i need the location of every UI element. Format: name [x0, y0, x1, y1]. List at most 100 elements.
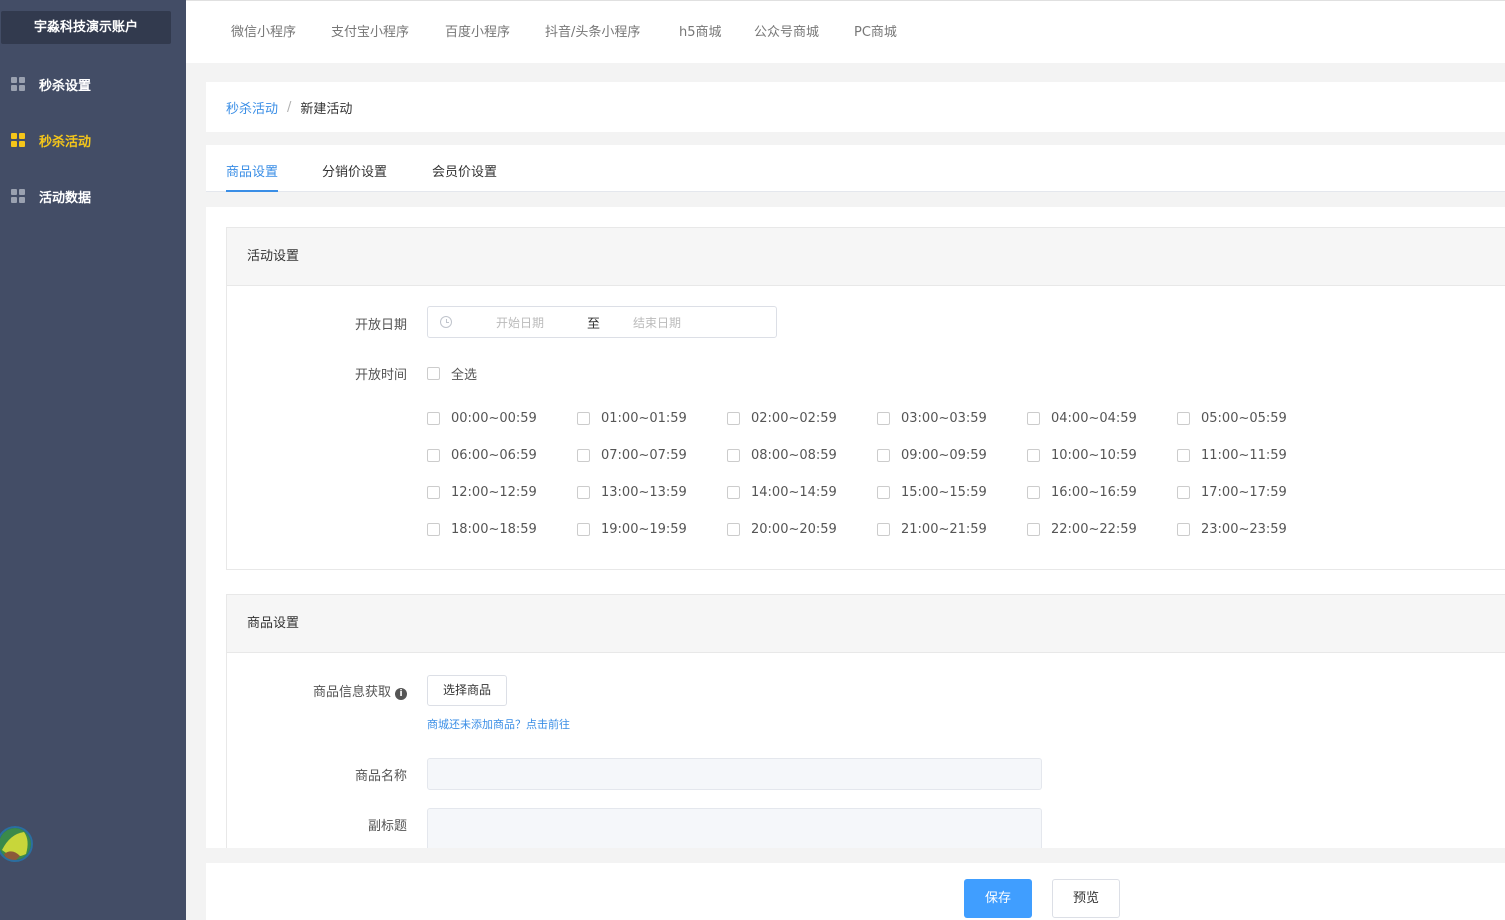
tab-member-price[interactable]: 会员价设置: [432, 145, 497, 192]
time-slot-label: 06:00~06:59: [451, 448, 537, 463]
save-button[interactable]: 保存: [964, 879, 1032, 918]
time-slot-label: 09:00~09:59: [901, 448, 987, 463]
tab-goods-settings[interactable]: 商品设置: [226, 145, 279, 192]
time-slot-checkbox[interactable]: 04:00~04:59: [1027, 411, 1137, 426]
nav-wechat-miniapp[interactable]: 微信小程序: [231, 1, 296, 64]
time-slot-checkbox[interactable]: 00:00~00:59: [427, 411, 537, 426]
checkbox-box[interactable]: [427, 486, 440, 499]
checkbox-box[interactable]: [1177, 412, 1190, 425]
avatar[interactable]: [0, 820, 36, 868]
checkbox-box[interactable]: [1027, 486, 1040, 499]
sidebar-item-seckill-settings[interactable]: 秒杀设置: [0, 64, 186, 104]
tab-bar: 商品设置 分销价设置 会员价设置: [206, 145, 1505, 192]
nav-h5-mall[interactable]: h5商城: [679, 1, 722, 64]
grid-icon: [11, 189, 25, 203]
start-date-input[interactable]: 开始日期: [496, 314, 576, 331]
grid-icon: [11, 77, 25, 91]
nav-alipay-miniapp[interactable]: 支付宝小程序: [331, 1, 409, 64]
time-slot-checkbox[interactable]: 11:00~11:59: [1177, 448, 1287, 463]
checkbox-box[interactable]: [577, 412, 590, 425]
tab-distribution-price[interactable]: 分销价设置: [322, 145, 387, 192]
time-slot-checkbox[interactable]: 10:00~10:59: [1027, 448, 1137, 463]
time-slot-checkbox[interactable]: 09:00~09:59: [877, 448, 987, 463]
goods-info-label-text: 商品信息获取: [312, 685, 391, 700]
subtitle-textarea[interactable]: [427, 808, 1042, 848]
time-slot-checkbox[interactable]: 01:00~01:59: [577, 411, 687, 426]
time-slot-checkbox[interactable]: 14:00~14:59: [727, 485, 837, 500]
checkbox-box[interactable]: [427, 449, 440, 462]
checkbox-box[interactable]: [427, 523, 440, 536]
time-slot-checkbox[interactable]: 06:00~06:59: [427, 448, 537, 463]
sidebar-item-activity-data[interactable]: 活动数据: [0, 176, 186, 216]
preview-button[interactable]: 预览: [1052, 879, 1120, 918]
checkbox-box[interactable]: [727, 486, 740, 499]
checkbox-box[interactable]: [727, 523, 740, 536]
activity-settings-card: 活动设置 开放日期 开始日期 至 结束日期 开放时间 全选 00:00~00:5…: [226, 227, 1505, 570]
time-slot-label: 19:00~19:59: [601, 522, 687, 537]
checkbox-box[interactable]: [1027, 523, 1040, 536]
top-nav: 微信小程序 支付宝小程序 百度小程序 抖音/头条小程序 h5商城 公众号商城 P…: [186, 0, 1505, 63]
time-slot-checkbox[interactable]: 05:00~05:59: [1177, 411, 1287, 426]
time-slot-label: 02:00~02:59: [751, 411, 837, 426]
time-slot-label: 01:00~01:59: [601, 411, 687, 426]
select-goods-button[interactable]: 选择商品: [427, 675, 507, 706]
sidebar-item-label: 秒杀活动: [39, 134, 92, 150]
time-slot-checkbox[interactable]: 15:00~15:59: [877, 485, 987, 500]
nav-douyin-miniapp[interactable]: 抖音/头条小程序: [545, 1, 640, 64]
time-slot-checkbox[interactable]: 22:00~22:59: [1027, 522, 1137, 537]
select-all-checkbox[interactable]: 全选: [427, 364, 477, 383]
checkbox-box[interactable]: [727, 412, 740, 425]
clock-icon: [440, 316, 452, 328]
checkbox-box[interactable]: [1177, 486, 1190, 499]
time-slot-checkbox[interactable]: 20:00~20:59: [727, 522, 837, 537]
checkbox-box[interactable]: [727, 449, 740, 462]
checkbox-box[interactable]: [877, 486, 890, 499]
time-slot-checkbox[interactable]: 12:00~12:59: [427, 485, 537, 500]
time-slot-checkbox[interactable]: 19:00~19:59: [577, 522, 687, 537]
time-slot-checkbox[interactable]: 08:00~08:59: [727, 448, 837, 463]
checkbox-label: 全选: [451, 368, 478, 383]
checkbox-box[interactable]: [877, 523, 890, 536]
breadcrumb-parent-link[interactable]: 秒杀活动: [226, 98, 278, 117]
time-slot-checkbox[interactable]: 23:00~23:59: [1177, 522, 1287, 537]
add-goods-link[interactable]: 商城还未添加商品？点击前往: [427, 716, 570, 732]
goods-name-label: 商品名称: [354, 769, 407, 784]
goods-settings-card: 商品设置 商品信息获取 i 选择商品 商城还未添加商品？点击前往 商品名称 副标题: [226, 594, 1505, 848]
time-slot-checkbox[interactable]: 07:00~07:59: [577, 448, 687, 463]
time-slot-checkbox[interactable]: 03:00~03:59: [877, 411, 987, 426]
checkbox-box[interactable]: [427, 412, 440, 425]
nav-baidu-miniapp[interactable]: 百度小程序: [445, 1, 510, 64]
sidebar-item-seckill-activities[interactable]: 秒杀活动: [0, 120, 186, 160]
checkbox-box[interactable]: [877, 449, 890, 462]
checkbox-box[interactable]: [1177, 449, 1190, 462]
checkbox-box[interactable]: [1027, 449, 1040, 462]
time-slot-label: 23:00~23:59: [1201, 522, 1287, 537]
time-slot-checkbox[interactable]: 02:00~02:59: [727, 411, 837, 426]
time-slot-checkbox[interactable]: 18:00~18:59: [427, 522, 537, 537]
breadcrumb-separator: /: [287, 99, 292, 115]
time-slot-label: 05:00~05:59: [1201, 411, 1287, 426]
time-slot-checkbox[interactable]: 21:00~21:59: [877, 522, 987, 537]
checkbox-box[interactable]: [1027, 412, 1040, 425]
checkbox-box[interactable]: [427, 367, 440, 380]
time-slot-label: 07:00~07:59: [601, 448, 687, 463]
time-slot-checkbox[interactable]: 13:00~13:59: [577, 485, 687, 500]
date-range-picker[interactable]: 开始日期 至 结束日期: [427, 306, 777, 338]
checkbox-box[interactable]: [577, 449, 590, 462]
footer-action-bar: 保存 预览: [206, 863, 1505, 920]
account-label[interactable]: 宇淼科技演示账户: [1, 11, 171, 44]
nav-official-account-mall[interactable]: 公众号商城: [754, 1, 819, 64]
time-slot-label: 22:00~22:59: [1051, 522, 1137, 537]
checkbox-box[interactable]: [577, 523, 590, 536]
checkbox-box[interactable]: [577, 486, 590, 499]
checkbox-box[interactable]: [877, 412, 890, 425]
time-slot-checkbox[interactable]: 16:00~16:59: [1027, 485, 1137, 500]
nav-pc-mall[interactable]: PC商城: [854, 1, 897, 64]
checkbox-box[interactable]: [1177, 523, 1190, 536]
time-slot-checkbox[interactable]: 17:00~17:59: [1177, 485, 1287, 500]
end-date-input[interactable]: 结束日期: [633, 314, 681, 331]
info-icon: i: [395, 688, 407, 700]
sidebar: 宇淼科技演示账户 秒杀设置 秒杀活动 活动数据: [0, 0, 186, 920]
time-slot-label: 17:00~17:59: [1201, 485, 1287, 500]
goods-name-input[interactable]: [427, 758, 1042, 790]
